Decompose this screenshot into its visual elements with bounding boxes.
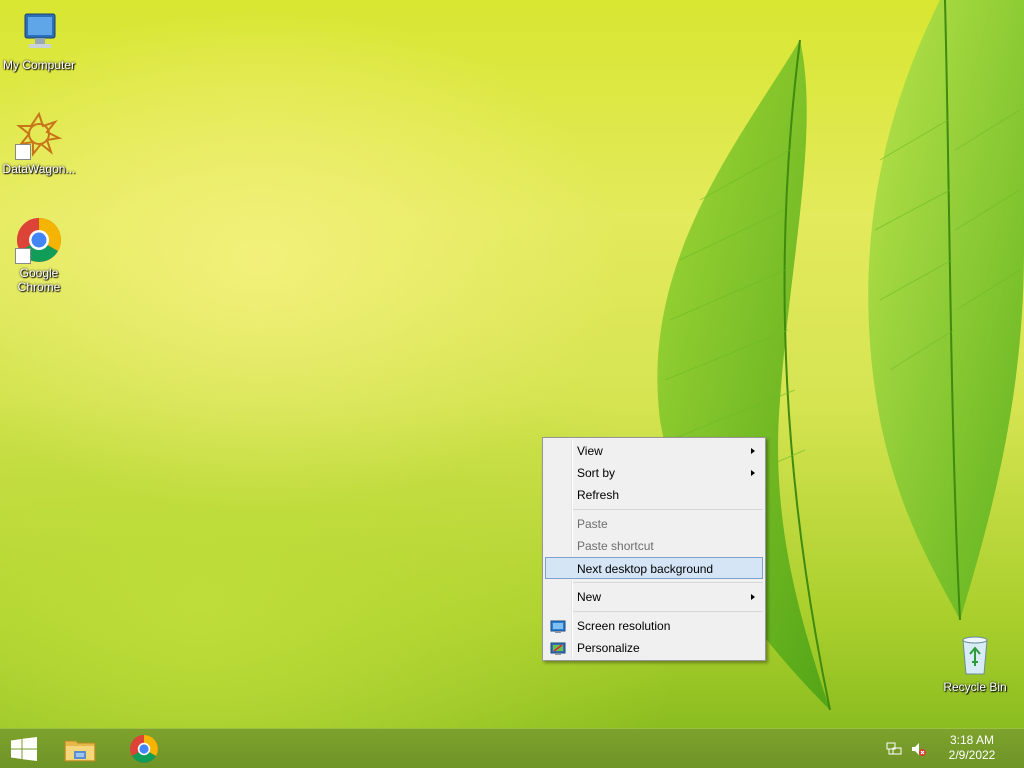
desktop-icon-label: Chrome: [17, 280, 61, 294]
desktop-icon-my-computer[interactable]: My Computer: [0, 8, 78, 72]
menu-item-sort-by[interactable]: Sort by: [545, 462, 763, 484]
desktop-icon-label: DataWagon...: [2, 162, 76, 176]
desktop-icon-google-chrome[interactable]: Google Chrome: [0, 216, 78, 294]
computer-icon: [15, 8, 63, 56]
menu-item-label: Next desktop background: [577, 562, 714, 576]
file-explorer-icon: [64, 740, 96, 762]
clock-time: 3:18 AM: [949, 733, 995, 747]
network-icon[interactable]: [886, 741, 902, 760]
start-button[interactable]: [10, 737, 38, 761]
menu-item-label: Paste: [577, 517, 608, 531]
recycle-bin-icon: [951, 630, 999, 678]
menu-item-label: New: [577, 590, 602, 604]
menu-item-view[interactable]: View: [545, 440, 763, 462]
submenu-arrow-icon: [751, 594, 755, 600]
menu-item-label: Paste shortcut: [577, 539, 654, 553]
menu-item-new[interactable]: New: [545, 586, 763, 608]
desktop-icon-label: My Computer: [2, 58, 76, 72]
desktop-icon-label: Recycle Bin: [943, 680, 1007, 694]
wallpaper-leaves: [657, 0, 1024, 711]
desktop-background[interactable]: My Computer DataWagon... Google Chrome R…: [0, 0, 1024, 728]
chrome-icon: [130, 735, 158, 763]
system-tray: 3:18 AM 2/9/2022: [884, 729, 1024, 768]
chrome-icon: [15, 216, 63, 264]
menu-item-paste-shortcut: Paste shortcut: [545, 535, 763, 557]
taskbar-file-explorer[interactable]: [60, 733, 100, 765]
taskbar: 3:18 AM 2/9/2022: [0, 728, 1024, 768]
screen-resolution-icon: [550, 619, 566, 633]
submenu-arrow-icon: [751, 470, 755, 476]
menu-separator: [573, 582, 763, 583]
menu-item-next-desktop-background[interactable]: Next desktop background: [545, 557, 763, 579]
start-icon: [11, 737, 37, 761]
shortcut-arrow-icon: [15, 144, 31, 160]
submenu-arrow-icon: [751, 448, 755, 454]
menu-item-label: Sort by: [577, 466, 616, 480]
desktop-icon-datawagon[interactable]: DataWagon...: [0, 111, 78, 176]
menu-separator: [573, 509, 763, 510]
menu-item-paste: Paste: [545, 513, 763, 535]
volume-muted-icon[interactable]: [910, 741, 926, 760]
menu-item-label: Refresh: [577, 488, 620, 502]
menu-item-label: View: [577, 444, 603, 458]
menu-separator: [573, 611, 763, 612]
menu-item-personalize[interactable]: Personalize: [545, 637, 763, 659]
menu-item-label: Personalize: [577, 641, 640, 655]
desktop-icon-label: Google: [19, 266, 59, 280]
desktop-icon-recycle-bin[interactable]: Recycle Bin: [936, 630, 1014, 694]
menu-item-refresh[interactable]: Refresh: [545, 484, 763, 506]
clock[interactable]: 3:18 AM 2/9/2022: [942, 733, 1002, 763]
menu-item-label: Screen resolution: [577, 619, 671, 633]
datawagon-icon: [15, 111, 63, 160]
clock-date: 2/9/2022: [948, 748, 996, 762]
desktop-context-menu: View Sort by Refresh Paste Paste shortcu…: [542, 437, 766, 661]
taskbar-chrome[interactable]: [124, 733, 164, 765]
shortcut-arrow-icon: [15, 248, 31, 264]
personalize-icon: [550, 641, 566, 655]
menu-item-screen-resolution[interactable]: Screen resolution: [545, 615, 763, 637]
